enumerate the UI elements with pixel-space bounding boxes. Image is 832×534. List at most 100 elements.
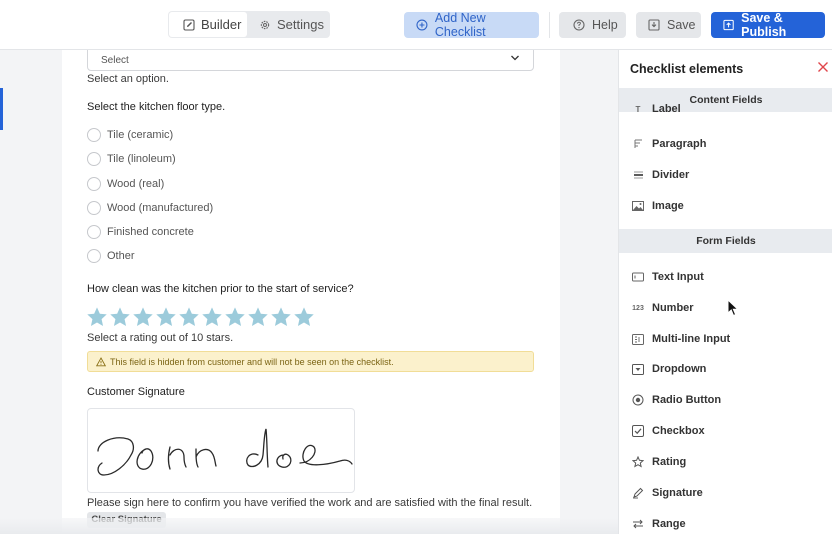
star-icon[interactable]	[86, 306, 108, 328]
element-text-input[interactable]: Text Input	[631, 268, 821, 286]
element-image-text: Image	[652, 200, 684, 212]
element-image[interactable]: Image	[631, 197, 821, 215]
element-multiline-text: Multi-line Input	[652, 333, 731, 345]
radio-label: Finished concrete	[107, 226, 194, 238]
radio-label: Other	[107, 250, 135, 262]
element-signature-text: Signature	[652, 487, 703, 499]
builder-tab[interactable]: Builder	[169, 12, 247, 37]
element-range-text: Range	[652, 518, 686, 530]
element-range[interactable]: Range	[631, 515, 821, 533]
element-number[interactable]: 123 Number	[631, 299, 821, 317]
select-value: Select	[101, 55, 129, 66]
range-icon	[631, 519, 645, 529]
download-icon	[648, 19, 660, 31]
save-button[interactable]: Save	[636, 12, 701, 38]
signature-pad[interactable]	[87, 408, 355, 493]
radio-circle	[87, 225, 101, 239]
element-dropdown[interactable]: Dropdown	[631, 360, 821, 378]
edit-icon	[183, 18, 195, 31]
star-icon[interactable]	[247, 306, 269, 328]
select-help-text: Select an option.	[87, 73, 169, 85]
radio-option[interactable]: Finished concrete	[87, 225, 194, 239]
checklist-form: Select Select an option. Select the kitc…	[62, 50, 560, 534]
radio-label: Wood (manufactured)	[107, 202, 214, 214]
radio-circle	[87, 152, 101, 166]
form-fields-header: Form Fields	[619, 229, 832, 253]
element-multiline[interactable]: Multi-line Input	[631, 330, 821, 348]
add-checklist-button[interactable]: Add New Checklist	[404, 11, 539, 39]
element-dropdown-text: Dropdown	[652, 363, 707, 375]
text-input-icon	[631, 272, 645, 282]
element-signature[interactable]: Signature	[631, 484, 821, 502]
save-publish-button[interactable]: Save & Publish	[711, 11, 825, 39]
element-divider[interactable]: Divider	[631, 166, 821, 184]
element-label-text: Label	[652, 104, 681, 114]
element-label[interactable]: T Label	[631, 104, 821, 114]
element-checkbox[interactable]: Checkbox	[631, 422, 821, 440]
help-label: Help	[592, 18, 618, 32]
signature-help-text: Please sign here to confirm you have ver…	[87, 497, 533, 509]
option-select[interactable]: Select	[87, 50, 534, 71]
radio-circle	[87, 128, 101, 142]
radio-option[interactable]: Other	[87, 249, 135, 263]
star-icon[interactable]	[224, 306, 246, 328]
toolbar-divider	[549, 12, 550, 38]
radio-label: Tile (ceramic)	[107, 129, 174, 141]
radio-icon	[631, 394, 645, 406]
star-icon[interactable]	[270, 306, 292, 328]
warning-icon	[96, 356, 106, 366]
rating-icon	[631, 456, 645, 468]
element-divider-text: Divider	[652, 169, 690, 181]
signature-drawing	[97, 428, 353, 476]
top-toolbar: Builder Settings Add New Checklist Help …	[0, 0, 832, 50]
element-radio[interactable]: Radio Button	[631, 391, 821, 409]
checkbox-icon	[631, 425, 645, 437]
image-icon	[631, 201, 645, 211]
star-icon[interactable]	[109, 306, 131, 328]
star-icon[interactable]	[178, 306, 200, 328]
panel-title: Checklist elements	[630, 62, 744, 76]
signature-label: Customer Signature	[87, 386, 185, 398]
star-rating[interactable]	[86, 306, 316, 328]
settings-tab-label: Settings	[277, 17, 324, 32]
radio-option[interactable]: Wood (real)	[87, 177, 164, 191]
star-icon[interactable]	[132, 306, 154, 328]
mouse-cursor-icon	[727, 299, 739, 317]
bottom-fade	[0, 518, 618, 534]
gear-icon	[260, 20, 270, 29]
star-icon[interactable]	[201, 306, 223, 328]
element-paragraph[interactable]: Paragraph	[631, 135, 821, 153]
rating-help-text: Select a rating out of 10 stars.	[87, 332, 234, 344]
element-checkbox-text: Checkbox	[652, 425, 705, 437]
section-indicator	[0, 88, 3, 130]
floor-question: Select the kitchen floor type.	[87, 101, 226, 113]
radio-option[interactable]: Wood (manufactured)	[87, 201, 213, 215]
element-rating-text: Rating	[652, 456, 687, 468]
warning-text: This field is hidden from customer and w…	[110, 356, 394, 367]
elements-panel: Checklist elements Content Fields T Labe…	[618, 50, 832, 534]
element-number-text: Number	[652, 302, 694, 314]
radio-label: Wood (real)	[107, 178, 165, 190]
element-radio-text: Radio Button	[652, 394, 722, 406]
star-icon[interactable]	[155, 306, 177, 328]
rating-question: How clean was the kitchen prior to the s…	[87, 283, 354, 295]
close-icon[interactable]	[817, 61, 829, 73]
radio-option[interactable]: Tile (linoleum)	[87, 152, 176, 166]
chevron-down-icon	[511, 55, 519, 61]
radio-option[interactable]: Tile (ceramic)	[87, 128, 173, 142]
mode-switch: Builder Settings	[168, 11, 330, 38]
settings-tab[interactable]: Settings	[247, 12, 329, 37]
hidden-field-warning: This field is hidden from customer and w…	[87, 351, 534, 372]
plus-circle-icon	[416, 19, 428, 31]
builder-tab-label: Builder	[201, 17, 242, 32]
add-checklist-label: Add New Checklist	[434, 11, 486, 39]
star-icon[interactable]	[293, 306, 315, 328]
element-rating[interactable]: Rating	[631, 453, 821, 471]
help-button[interactable]: Help	[559, 12, 626, 38]
upload-icon	[723, 19, 734, 31]
radio-circle	[87, 249, 101, 263]
label-icon: T	[635, 105, 641, 114]
radio-label: Tile (linoleum)	[107, 153, 176, 165]
dropdown-icon	[631, 363, 645, 375]
signature-icon	[631, 487, 645, 499]
